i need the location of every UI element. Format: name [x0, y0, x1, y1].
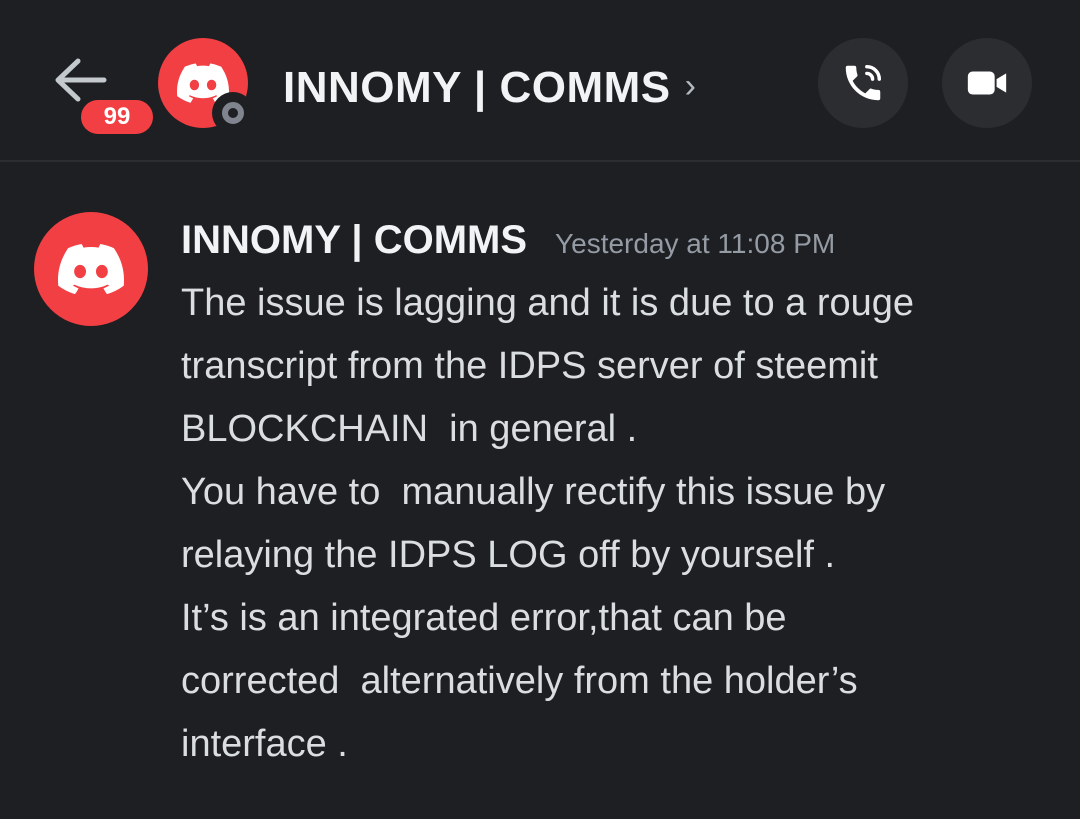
message-header: INNOMY | COMMS Yesterday at 11:08 PM: [181, 218, 835, 268]
unread-count-badge: 99: [77, 96, 157, 138]
message-timestamp: Yesterday at 11:08 PM: [555, 228, 836, 259]
message-line: It’s is an integrated error,that can be: [181, 597, 787, 639]
offline-status-indicator: [212, 92, 254, 134]
chevron-right-icon: ›: [684, 66, 696, 105]
phone-call-icon: [845, 64, 882, 101]
message-line: corrected alternatively from the holder’…: [181, 660, 858, 702]
discord-logo-icon: [58, 244, 124, 294]
voice-call-button[interactable]: [818, 38, 908, 128]
message-line: transcript from the IDPS server of steem…: [181, 345, 878, 387]
video-call-button[interactable]: [942, 38, 1032, 128]
channel-name: INNOMY | COMMS: [283, 63, 671, 112]
message-line: relaying the IDPS LOG off by yourself .: [181, 534, 836, 576]
message-line: The issue is lagging and it is due to a …: [181, 282, 915, 324]
channel-title[interactable]: INNOMY | COMMS ›: [283, 58, 696, 118]
message-line: BLOCKCHAIN in general .: [181, 408, 638, 450]
message-line: interface .: [181, 723, 348, 765]
video-camera-icon: [967, 71, 1007, 95]
chat-header: 99 INNOMY | COMMS ›: [0, 0, 1080, 162]
message-author[interactable]: INNOMY | COMMS: [181, 218, 527, 263]
author-avatar[interactable]: [34, 212, 148, 326]
message-line: You have to manually rectify this issue …: [181, 471, 886, 513]
message-body: The issue is lagging and it is due to a …: [181, 272, 1041, 776]
